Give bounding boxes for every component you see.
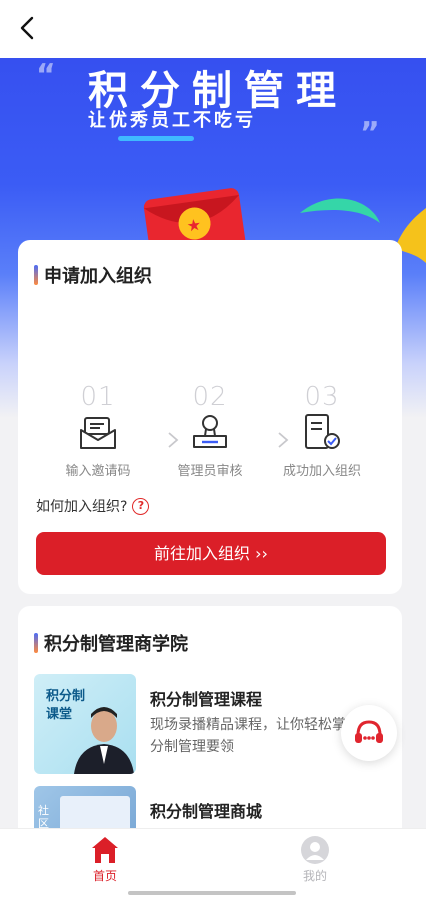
top-bar [0, 0, 426, 58]
home-indicator [128, 891, 296, 895]
svg-text:★: ★ [186, 215, 203, 236]
tab-home-label: 首页 [92, 869, 117, 883]
step-number: 03 [304, 382, 340, 412]
tab-mine-label: 我的 [302, 869, 327, 883]
tab-home[interactable]: 首页 [75, 835, 135, 884]
step-number: 01 [80, 382, 116, 412]
home-icon [92, 837, 118, 863]
course-thumbnail: 积分制 课堂 [34, 674, 136, 774]
lecturer-portrait [74, 707, 134, 774]
step-1: 01 输入邀请码 [38, 382, 158, 479]
quote-close-mark: ” [360, 116, 380, 151]
document-check-icon [305, 414, 340, 449]
step-2: 02 管理员审核 [150, 382, 270, 479]
back-arrow-icon[interactable] [14, 14, 42, 42]
join-steps: 01 输入邀请码 02 管理员审核 03 成功加入组织 [18, 382, 402, 482]
stamp-icon [193, 415, 227, 448]
headset-icon [355, 720, 383, 743]
course-item[interactable]: 积分制 课堂 积分制管理课程 现场录播精品课程，让你轻松掌握积分制管理要领 [34, 674, 386, 774]
banner-subtitle: 让优秀员工不吃亏 [88, 110, 256, 131]
envelope-icon [80, 417, 116, 449]
how-to-join-label: 如何加入组织? [36, 499, 128, 515]
user-avatar-icon [301, 836, 329, 864]
how-to-join[interactable]: 如何加入组织? ? [36, 496, 150, 516]
question-circle-icon[interactable]: ? [132, 497, 150, 515]
step-number: 02 [192, 382, 228, 412]
step-label: 管理员审核 [177, 464, 243, 479]
bottom-tab-bar: 首页 我的 [0, 828, 426, 897]
step-label: 输入邀请码 [65, 464, 131, 479]
banner-underline [118, 136, 194, 141]
step-3: 03 成功加入组织 [262, 382, 382, 479]
card-title-academy: 积分制管理商学院 [34, 630, 188, 656]
go-join-button[interactable]: 前往加入组织 ›› [36, 532, 386, 575]
card-title-join: 申请加入组织 [34, 262, 152, 288]
course-title: 积分制管理课程 [150, 690, 263, 709]
customer-service-button[interactable] [341, 705, 397, 761]
join-organization-card: 申请加入组织 01 输入邀请码 02 管理员审核 03 成功加入组织 如何加入组… [18, 240, 402, 594]
streamer-shape [300, 198, 380, 223]
step-label: 成功加入组织 [282, 464, 361, 479]
course-title: 积分制管理商城 [150, 802, 263, 821]
tab-mine[interactable]: 我的 [285, 835, 345, 884]
